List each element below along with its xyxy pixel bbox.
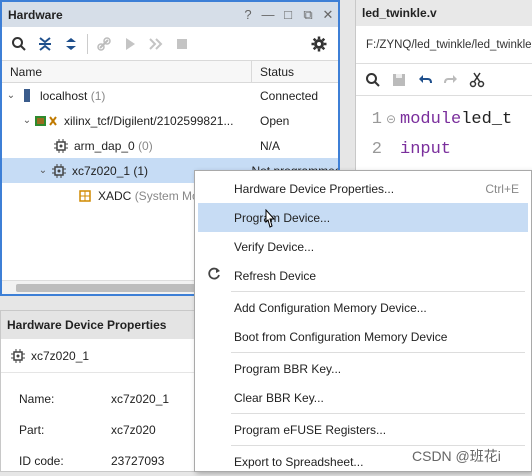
chevron-down-icon[interactable]: ⌄ bbox=[20, 115, 34, 126]
menu-item-hardware-device-properties[interactable]: Hardware Device Properties... Ctrl+E bbox=[195, 174, 531, 203]
watermark-text: CSDN @班花i bbox=[412, 448, 501, 464]
tree-row-count: (1) bbox=[133, 163, 149, 178]
menu-item-label: Clear BBR Key... bbox=[234, 390, 324, 405]
mouse-cursor-icon bbox=[262, 208, 276, 232]
menu-item-clear-bbr-key[interactable]: Clear BBR Key... bbox=[195, 383, 531, 412]
fast-forward-icon[interactable] bbox=[143, 31, 169, 57]
stop-icon[interactable] bbox=[169, 31, 195, 57]
chip-icon bbox=[50, 163, 68, 178]
menu-separator bbox=[231, 413, 525, 414]
collapse-all-icon[interactable] bbox=[32, 31, 58, 57]
menu-separator bbox=[231, 352, 525, 353]
menu-item-verify-device[interactable]: Verify Device... bbox=[195, 232, 531, 261]
tree-column-header: Name Status bbox=[2, 61, 338, 83]
help-icon[interactable]: ? bbox=[238, 7, 258, 23]
code-line[interactable]: 1 ⊝ module led_t bbox=[356, 104, 532, 134]
menu-item-label: Verify Device... bbox=[234, 239, 315, 254]
expand-all-icon[interactable] bbox=[58, 31, 84, 57]
menu-item-refresh-device[interactable]: Refresh Device bbox=[195, 261, 531, 290]
menu-item-label: Refresh Device bbox=[234, 268, 317, 283]
redo-icon[interactable] bbox=[438, 67, 464, 93]
run-icon[interactable] bbox=[117, 31, 143, 57]
tree-row-label: localhost bbox=[40, 88, 88, 103]
code-keyword: module bbox=[400, 109, 462, 129]
tree-row-localhost[interactable]: ⌄ localhost (1) Connected bbox=[2, 83, 338, 108]
context-menu: Hardware Device Properties... Ctrl+E Pro… bbox=[194, 170, 532, 472]
minimize-icon[interactable]: — bbox=[258, 7, 278, 23]
tree-row-status: Connected bbox=[260, 88, 319, 103]
target-board-icon bbox=[34, 114, 60, 128]
device-name: xc7z020_1 bbox=[31, 348, 90, 363]
close-icon[interactable]: ✕ bbox=[318, 7, 338, 23]
tree-row-label: arm_dap_0 bbox=[74, 138, 135, 153]
tree-row-label: xc7z020_1 bbox=[72, 163, 131, 178]
property-value: xc7z020 bbox=[111, 422, 156, 437]
server-icon bbox=[18, 89, 36, 103]
tree-row-arm-dap[interactable]: arm_dap_0 (0) N/A bbox=[2, 133, 338, 158]
file-path: F:/ZYNQ/led_twinkle/led_twinkle bbox=[356, 26, 532, 64]
chip-icon bbox=[52, 138, 70, 153]
editor-toolbar bbox=[356, 64, 532, 96]
refresh-icon bbox=[205, 267, 223, 284]
menu-item-label: Boot from Configuration Memory Device bbox=[234, 329, 448, 344]
menu-item-program-efuse[interactable]: Program eFUSE Registers... bbox=[195, 415, 531, 444]
column-name-header[interactable]: Name bbox=[2, 61, 252, 82]
column-status-header[interactable]: Status bbox=[252, 65, 294, 79]
menu-item-program-device[interactable]: Program Device... bbox=[198, 203, 528, 232]
hardware-title: Hardware bbox=[8, 7, 63, 22]
property-value: xc7z020_1 bbox=[111, 391, 170, 406]
chevron-down-icon[interactable]: ⌄ bbox=[36, 165, 50, 176]
tree-row-status: Open bbox=[260, 113, 290, 128]
tree-row-target[interactable]: ⌄ xilinx_tcf/Digilent/2102599821... Open bbox=[2, 108, 338, 133]
hardware-toolbar bbox=[2, 27, 338, 61]
menu-item-label: Add Configuration Memory Device... bbox=[234, 300, 427, 315]
property-value: 23727093 bbox=[111, 453, 165, 468]
code-line[interactable]: 2 input bbox=[356, 134, 532, 164]
toolbar-separator bbox=[87, 33, 88, 54]
tree-row-count: (1) bbox=[90, 88, 106, 103]
chevron-down-icon[interactable]: ⌄ bbox=[4, 90, 18, 101]
line-number: 1 bbox=[371, 109, 382, 129]
menu-item-boot-from-config-memory[interactable]: Boot from Configuration Memory Device bbox=[195, 322, 531, 351]
menu-separator bbox=[231, 291, 525, 292]
menu-item-label: Program eFUSE Registers... bbox=[234, 422, 387, 437]
menu-item-shortcut: Ctrl+E bbox=[485, 181, 519, 196]
chip-icon bbox=[9, 348, 27, 363]
menu-item-label: Program Device... bbox=[234, 210, 331, 225]
xadc-icon bbox=[76, 189, 94, 203]
fold-icon[interactable]: ⊝ bbox=[386, 112, 400, 127]
device-properties-title: Hardware Device Properties bbox=[7, 318, 167, 332]
search-icon[interactable] bbox=[6, 31, 32, 57]
property-key: ID code: bbox=[19, 453, 64, 468]
tree-row-status: N/A bbox=[260, 138, 281, 153]
editor-tab[interactable]: led_twinkle.v bbox=[356, 0, 532, 26]
menu-item-add-config-memory[interactable]: Add Configuration Memory Device... bbox=[195, 293, 531, 322]
code-text: input bbox=[400, 139, 452, 159]
editor-tab-label: led_twinkle.v bbox=[362, 6, 437, 20]
property-key: Name: bbox=[19, 391, 55, 406]
auto-connect-icon[interactable] bbox=[91, 31, 117, 57]
settings-icon[interactable] bbox=[306, 31, 332, 57]
property-key: Part: bbox=[19, 422, 45, 437]
undo-icon[interactable] bbox=[412, 67, 438, 93]
float-icon[interactable]: ⧉ bbox=[298, 7, 318, 23]
menu-item-label: Export to Spreadsheet... bbox=[234, 454, 364, 469]
menu-item-label: Hardware Device Properties... bbox=[234, 181, 395, 196]
tree-row-count: (0) bbox=[138, 138, 153, 153]
save-icon[interactable] bbox=[386, 67, 412, 93]
maximize-icon[interactable]: □ bbox=[278, 7, 298, 23]
cut-icon[interactable] bbox=[464, 67, 490, 93]
tree-row-label: xilinx_tcf/Digilent/2102599821... bbox=[64, 113, 234, 128]
code-text: led_t bbox=[461, 109, 513, 129]
search-icon[interactable] bbox=[360, 67, 386, 93]
line-number: 2 bbox=[371, 139, 382, 159]
tree-row-count: (System Mo bbox=[134, 188, 199, 203]
hardware-titlebar: Hardware ? — □ ⧉ ✕ bbox=[2, 2, 338, 27]
menu-item-label: Program BBR Key... bbox=[234, 361, 342, 376]
menu-item-program-bbr-key[interactable]: Program BBR Key... bbox=[195, 354, 531, 383]
tree-row-label: XADC bbox=[98, 188, 132, 203]
